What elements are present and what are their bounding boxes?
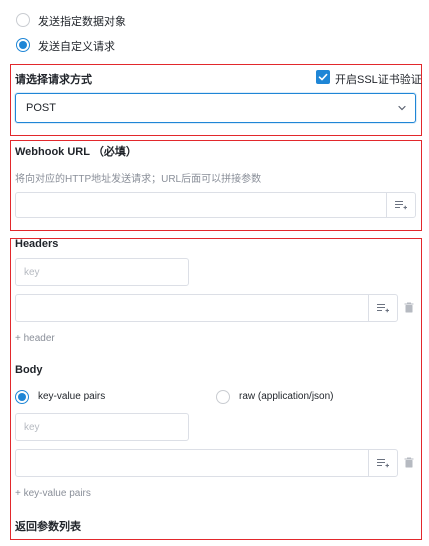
radio-body-raw-label: raw (application/json) — [239, 391, 334, 402]
insert-field-icon — [377, 458, 389, 468]
method-section-title: 请选择请求方式 — [15, 74, 92, 86]
insert-field-button[interactable] — [386, 193, 415, 217]
radio-send-object-label: 发送指定数据对象 — [38, 16, 126, 28]
radio-body-kv-label: key-value pairs — [38, 391, 106, 402]
headers-insert-field-button[interactable] — [368, 295, 397, 321]
method-select-value: POST — [26, 102, 56, 114]
webhook-section-title: Webhook URL （必填） — [15, 146, 137, 158]
return-params-title: 返回参数列表 — [15, 521, 81, 533]
body-delete-button[interactable] — [404, 457, 414, 471]
ssl-checkbox[interactable] — [316, 70, 330, 84]
ssl-label: 开启SSL证书验证 — [335, 74, 422, 86]
webhook-url-input[interactable] — [15, 192, 416, 218]
radio-body-kv[interactable] — [15, 390, 29, 404]
body-value-input[interactable] — [15, 449, 398, 477]
radio-send-custom-label: 发送自定义请求 — [38, 41, 115, 53]
headers-title: Headers — [15, 238, 59, 250]
check-icon — [318, 73, 328, 81]
chevron-down-icon — [398, 105, 406, 111]
radio-send-custom[interactable] — [16, 38, 30, 52]
webhook-hint: 将向对应的HTTP地址发送请求；URL后面可以拼接参数 — [15, 174, 262, 185]
trash-icon — [404, 457, 414, 468]
add-kv-link[interactable]: + key-value pairs — [15, 488, 91, 499]
headers-key-input[interactable]: key — [15, 258, 189, 286]
trash-icon — [404, 302, 414, 313]
insert-field-icon — [395, 200, 407, 210]
radio-send-object[interactable] — [16, 13, 30, 27]
insert-field-icon — [377, 303, 389, 313]
body-key-input[interactable]: key — [15, 413, 189, 441]
add-header-link[interactable]: + header — [15, 333, 55, 344]
radio-body-raw[interactable] — [216, 390, 230, 404]
method-select[interactable]: POST — [15, 93, 416, 123]
body-insert-field-button[interactable] — [368, 450, 397, 476]
headers-delete-button[interactable] — [404, 302, 414, 316]
body-title: Body — [15, 364, 43, 376]
headers-value-input[interactable] — [15, 294, 398, 322]
